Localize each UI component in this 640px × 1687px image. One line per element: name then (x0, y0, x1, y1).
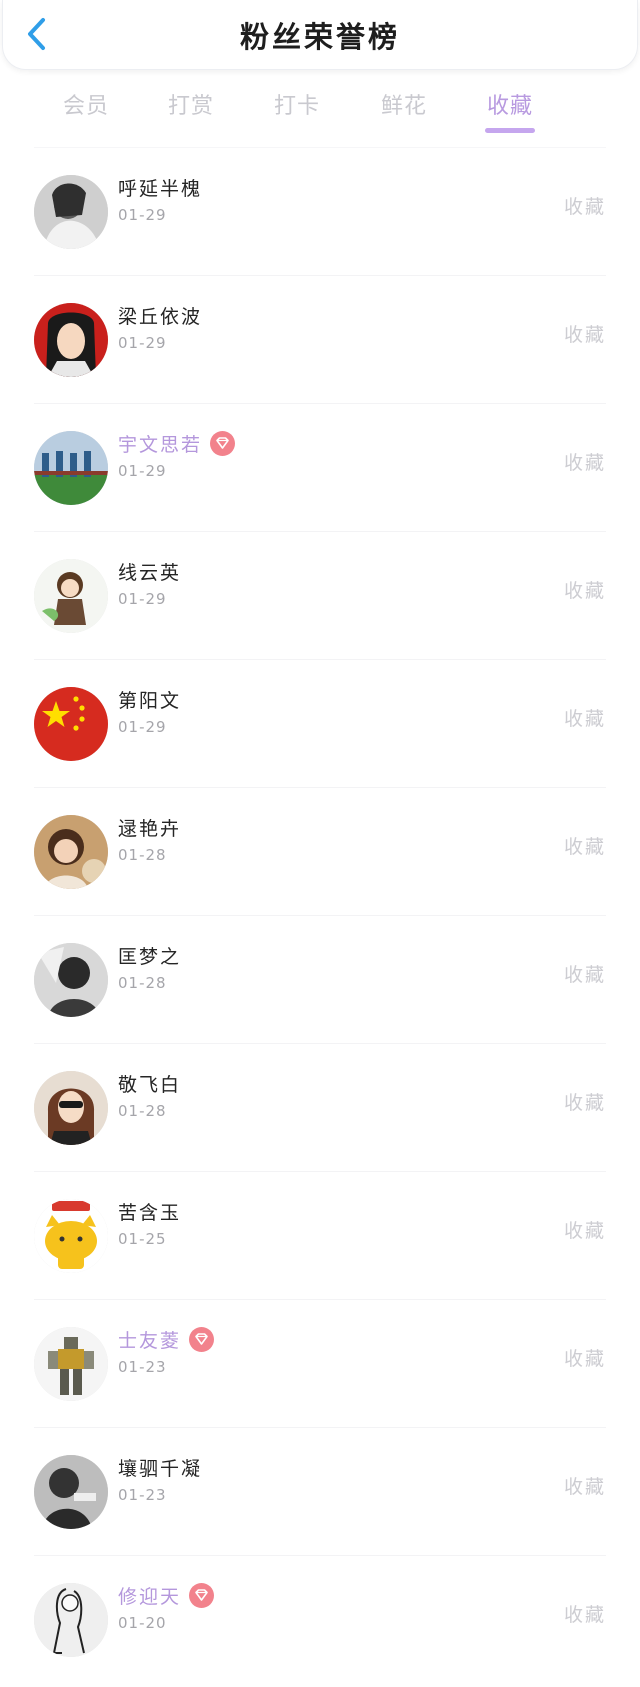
fan-name-text: 苦含玉 (118, 1202, 182, 1224)
fan-list-item[interactable]: 线云英 01-29 收藏 (34, 531, 606, 659)
fan-list: 呼延半槐 01-29 收藏 梁丘依波 01-29 收藏 宇文思若 01-29 收藏 线云英 01-2… (0, 147, 640, 1683)
avatar[interactable] (34, 1583, 108, 1657)
fan-date: 01-28 (118, 974, 167, 992)
avatar[interactable] (34, 303, 108, 377)
fan-name: 逯艳卉 (118, 814, 181, 841)
avatar[interactable] (34, 1455, 108, 1529)
fan-list-item[interactable]: 宇文思若 01-29 收藏 (34, 403, 606, 531)
top-bar: 粉丝荣誉榜 (2, 0, 638, 70)
fan-name: 敬飞白 (118, 1070, 181, 1097)
favorite-label: 收藏 (563, 324, 606, 346)
diamond-icon (210, 431, 236, 456)
fan-name-text: 修迎天 (118, 1586, 182, 1608)
fan-list-item[interactable]: 士友菱 01-23 收藏 (34, 1299, 606, 1427)
favorite-label: 收藏 (563, 580, 606, 602)
tab-flowers[interactable]: 鲜花 (364, 88, 444, 120)
active-tab-indicator (485, 128, 535, 133)
fan-date: 01-23 (118, 1486, 167, 1504)
fan-name: 匡梦之 (118, 942, 181, 969)
diamond-icon (189, 1327, 215, 1352)
favorite-label: 收藏 (563, 1348, 606, 1370)
fan-name: 修迎天 (118, 1582, 215, 1610)
fan-date: 01-28 (118, 1102, 167, 1120)
fan-name-text: 士友菱 (118, 1330, 182, 1352)
fan-date: 01-29 (118, 334, 167, 352)
tab-bar: 会员 打赏 打卡 鲜花 收藏 (0, 80, 640, 140)
fan-list-item[interactable]: 壤驷千凝 01-23 收藏 (34, 1427, 606, 1555)
fan-name-text: 敬飞白 (118, 1074, 182, 1096)
fan-name-text: 逯艳卉 (118, 818, 182, 840)
avatar[interactable] (34, 1199, 108, 1273)
favorite-label: 收藏 (563, 964, 606, 986)
fan-name: 呼延半槐 (118, 174, 202, 201)
avatar[interactable] (34, 1327, 108, 1401)
fan-name: 线云英 (118, 558, 181, 585)
fan-date: 01-23 (118, 1358, 167, 1376)
fan-list-item[interactable]: 修迎天 01-20 收藏 (34, 1555, 606, 1683)
favorite-label: 收藏 (563, 196, 606, 218)
fan-name-text: 匡梦之 (118, 946, 182, 968)
fan-date: 01-28 (118, 846, 167, 864)
fan-list-item[interactable]: 第阳文 01-29 收藏 (34, 659, 606, 787)
fan-name-text: 壤驷千凝 (118, 1458, 203, 1480)
fan-list-item[interactable]: 逯艳卉 01-28 收藏 (34, 787, 606, 915)
tab-checkin[interactable]: 打卡 (257, 88, 337, 120)
fan-list-item[interactable]: 敬飞白 01-28 收藏 (34, 1043, 606, 1171)
tab-member[interactable]: 会员 (46, 88, 126, 120)
favorite-label: 收藏 (563, 708, 606, 730)
fan-name: 第阳文 (118, 686, 181, 713)
avatar[interactable] (34, 1071, 108, 1145)
fan-list-item[interactable]: 苦含玉 01-25 收藏 (34, 1171, 606, 1299)
fan-list-item[interactable]: 呼延半槐 01-29 收藏 (34, 147, 606, 275)
favorite-label: 收藏 (563, 452, 606, 474)
favorite-label: 收藏 (563, 1604, 606, 1626)
fan-name: 梁丘依波 (118, 302, 202, 329)
avatar[interactable] (34, 431, 108, 505)
avatar[interactable] (34, 175, 108, 249)
tab-tip[interactable]: 打赏 (151, 88, 231, 120)
back-button[interactable] (21, 14, 55, 54)
page-title: 粉丝荣誉榜 (239, 20, 400, 54)
fan-name-text: 呼延半槐 (118, 178, 203, 200)
fan-date: 01-29 (118, 206, 167, 224)
favorite-label: 收藏 (563, 1092, 606, 1114)
fan-date: 01-29 (118, 462, 167, 480)
fan-name-text: 线云英 (118, 562, 182, 584)
fan-date: 01-20 (118, 1614, 167, 1632)
fan-date: 01-29 (118, 718, 167, 736)
fan-date: 01-25 (118, 1230, 167, 1248)
avatar[interactable] (34, 559, 108, 633)
diamond-icon (189, 1583, 215, 1608)
favorite-label: 收藏 (563, 836, 606, 858)
fan-name: 壤驷千凝 (118, 1454, 202, 1481)
fan-name-text: 梁丘依波 (118, 306, 203, 328)
fan-name-text: 宇文思若 (118, 434, 203, 456)
fan-list-item[interactable]: 匡梦之 01-28 收藏 (34, 915, 606, 1043)
fan-name: 士友菱 (118, 1326, 215, 1354)
tab-favorites[interactable]: 收藏 (470, 88, 550, 120)
fan-date: 01-29 (118, 590, 167, 608)
fan-name-text: 第阳文 (118, 690, 182, 712)
fan-name: 苦含玉 (118, 1198, 181, 1225)
avatar[interactable] (34, 687, 108, 761)
avatar[interactable] (34, 943, 108, 1017)
avatar[interactable] (34, 815, 108, 889)
favorite-label: 收藏 (563, 1476, 606, 1498)
chevron-left-icon (28, 18, 45, 50)
fan-name: 宇文思若 (118, 430, 236, 458)
fan-list-item[interactable]: 梁丘依波 01-29 收藏 (34, 275, 606, 403)
favorite-label: 收藏 (563, 1220, 606, 1242)
